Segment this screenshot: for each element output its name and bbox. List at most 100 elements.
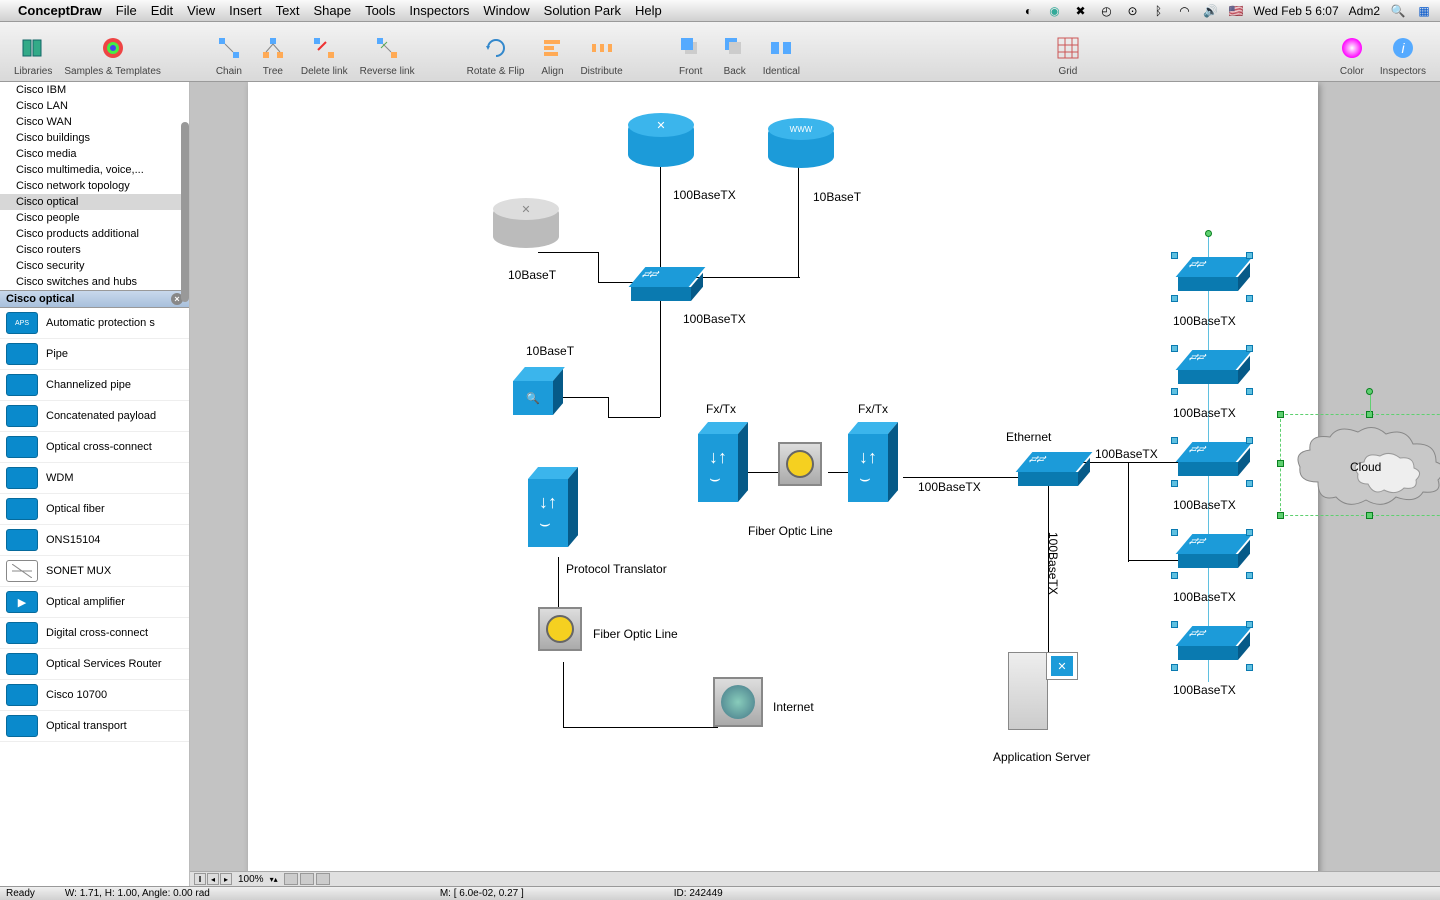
selection-handle[interactable] (1277, 512, 1284, 519)
selection-handle[interactable] (1171, 664, 1178, 671)
libtree-item[interactable]: Cisco media (0, 146, 189, 162)
menubar-datetime[interactable]: Wed Feb 5 6:07 (1253, 4, 1338, 18)
selection-handle[interactable] (1246, 664, 1253, 671)
menu-text[interactable]: Text (276, 3, 300, 18)
connector[interactable] (903, 477, 1023, 478)
menu-window[interactable]: Window (483, 3, 529, 18)
zoom-dropdown-icon[interactable]: ▾▴ (270, 875, 278, 884)
selection-handle[interactable] (1171, 345, 1178, 352)
selection-handle[interactable] (1171, 437, 1178, 444)
connector[interactable] (1128, 462, 1129, 562)
page-tabs[interactable] (284, 873, 330, 885)
selection-handle[interactable] (1277, 460, 1284, 467)
selection-handle[interactable] (1246, 529, 1253, 536)
stencil-item[interactable]: Optical Services Router (0, 649, 189, 680)
selection-handle[interactable] (1246, 388, 1253, 395)
selection-handle[interactable] (1171, 480, 1178, 487)
label-100basetx[interactable]: 100BaseTX (1173, 314, 1236, 328)
menu-inspectors[interactable]: Inspectors (409, 3, 469, 18)
label-internet[interactable]: Internet (773, 700, 814, 714)
switch-selected-shape[interactable]: ⇄⇄ (1178, 257, 1238, 291)
fiber-optic-shape[interactable] (538, 607, 582, 651)
menu-shape[interactable]: Shape (313, 3, 351, 18)
label-100basetx[interactable]: 100BaseTX (1173, 498, 1236, 512)
label-100basetx[interactable]: 100BaseTX (1173, 683, 1236, 697)
wifi-icon[interactable]: ◠ (1177, 3, 1193, 19)
libtree-item[interactable]: Cisco multimedia, voice,... (0, 162, 189, 178)
libtree-item[interactable]: Cisco WAN (0, 114, 189, 130)
stencil-item[interactable]: Optical fiber (0, 494, 189, 525)
menu-edit[interactable]: Edit (151, 3, 173, 18)
selection-handle[interactable] (1246, 437, 1253, 444)
fxtx-shape[interactable]: ↓↑⌣ (848, 422, 888, 502)
tool-inspectors[interactable]: iInspectors (1374, 32, 1432, 77)
connector[interactable] (538, 252, 598, 253)
tool-identical[interactable]: Identical (757, 32, 806, 77)
switch-selected-shape[interactable]: ⇄⇄ (1178, 442, 1238, 476)
bluetooth-icon[interactable]: ᛒ (1151, 3, 1167, 19)
connector[interactable] (608, 417, 660, 418)
tool-reverse-link[interactable]: Reverse link (354, 32, 421, 77)
libtree-item[interactable]: Cisco security (0, 258, 189, 274)
tool-rotate-flip[interactable]: Rotate & Flip (461, 32, 531, 77)
router-shape[interactable]: ✕ (628, 117, 694, 167)
switch-selected-shape[interactable]: ⇄⇄ (1178, 626, 1238, 660)
selection-endpoint[interactable] (1205, 230, 1212, 237)
label-cloud[interactable]: Cloud (1350, 460, 1381, 474)
rotation-handle[interactable] (1366, 388, 1373, 395)
status-icon-2[interactable]: ◉ (1047, 3, 1063, 19)
selection-handle[interactable] (1171, 252, 1178, 259)
label-fiber-optic[interactable]: Fiber Optic Line (593, 627, 678, 641)
switch-selected-shape[interactable]: ⇄⇄ (1178, 350, 1238, 384)
menu-solution-park[interactable]: Solution Park (544, 3, 621, 18)
tool-align[interactable]: Align (530, 32, 574, 77)
stencil-item[interactable]: Channelized pipe (0, 370, 189, 401)
fiber-optic-shape[interactable] (778, 442, 822, 486)
selection-handle[interactable] (1246, 295, 1253, 302)
connector[interactable] (798, 167, 799, 277)
libtree-item[interactable]: Cisco buildings (0, 130, 189, 146)
switch-shape[interactable]: ⇄⇄ (631, 267, 691, 301)
router-gray-shape[interactable]: ✕ (493, 202, 559, 248)
router-www-shape[interactable]: WWW (768, 122, 834, 168)
selection-handle[interactable] (1171, 529, 1178, 536)
connector[interactable] (660, 167, 661, 267)
tool-samples[interactable]: Samples & Templates (58, 32, 167, 77)
connector[interactable] (743, 472, 783, 473)
stencil-item[interactable]: Digital cross-connect (0, 618, 189, 649)
menu-help[interactable]: Help (635, 3, 662, 18)
connector[interactable] (598, 252, 599, 282)
library-header[interactable]: Cisco optical × (0, 290, 189, 308)
tool-chain[interactable]: Chain (207, 32, 251, 77)
app-name[interactable]: ConceptDraw (18, 3, 102, 18)
label-app-server[interactable]: Application Server (993, 750, 1090, 764)
stencil-item[interactable]: Optical cross-connect (0, 432, 189, 463)
menu-file[interactable]: File (116, 3, 137, 18)
label-protocol-translator[interactable]: Protocol Translator (566, 562, 667, 576)
label-10baset[interactable]: 10BaseT (508, 268, 556, 282)
label-100basetx[interactable]: 100BaseTX (683, 312, 746, 326)
menubar-user[interactable]: Adm2 (1349, 4, 1380, 18)
stencil-item[interactable]: SONET MUX (0, 556, 189, 587)
volume-icon[interactable]: 🔊 (1203, 3, 1219, 19)
label-100basetx[interactable]: 100BaseTX (918, 480, 981, 494)
zoom-level[interactable]: 100% (232, 874, 270, 885)
application-server-shape[interactable]: ✕ (1008, 652, 1078, 732)
tool-libraries[interactable]: Libraries (8, 32, 58, 77)
tool-tree[interactable]: Tree (251, 32, 295, 77)
selection-handle[interactable] (1277, 411, 1284, 418)
stencil-item[interactable]: Concatenated payload (0, 401, 189, 432)
selection-handle[interactable] (1246, 572, 1253, 579)
connector[interactable] (608, 397, 609, 417)
selection-handle[interactable] (1171, 572, 1178, 579)
libtree-item[interactable]: Cisco LAN (0, 98, 189, 114)
libtree-item-selected[interactable]: Cisco optical (0, 194, 189, 210)
label-ethernet[interactable]: Ethernet (1006, 430, 1051, 444)
stencil-item[interactable]: Pipe (0, 339, 189, 370)
label-10baset[interactable]: 10BaseT (813, 190, 861, 204)
menu-extra-icon[interactable]: ▦ (1416, 3, 1432, 19)
selection-handle[interactable] (1246, 621, 1253, 628)
menu-tools[interactable]: Tools (365, 3, 395, 18)
stencil-item[interactable]: Optical transport (0, 711, 189, 742)
status-icon-3[interactable]: ✖ (1073, 3, 1089, 19)
